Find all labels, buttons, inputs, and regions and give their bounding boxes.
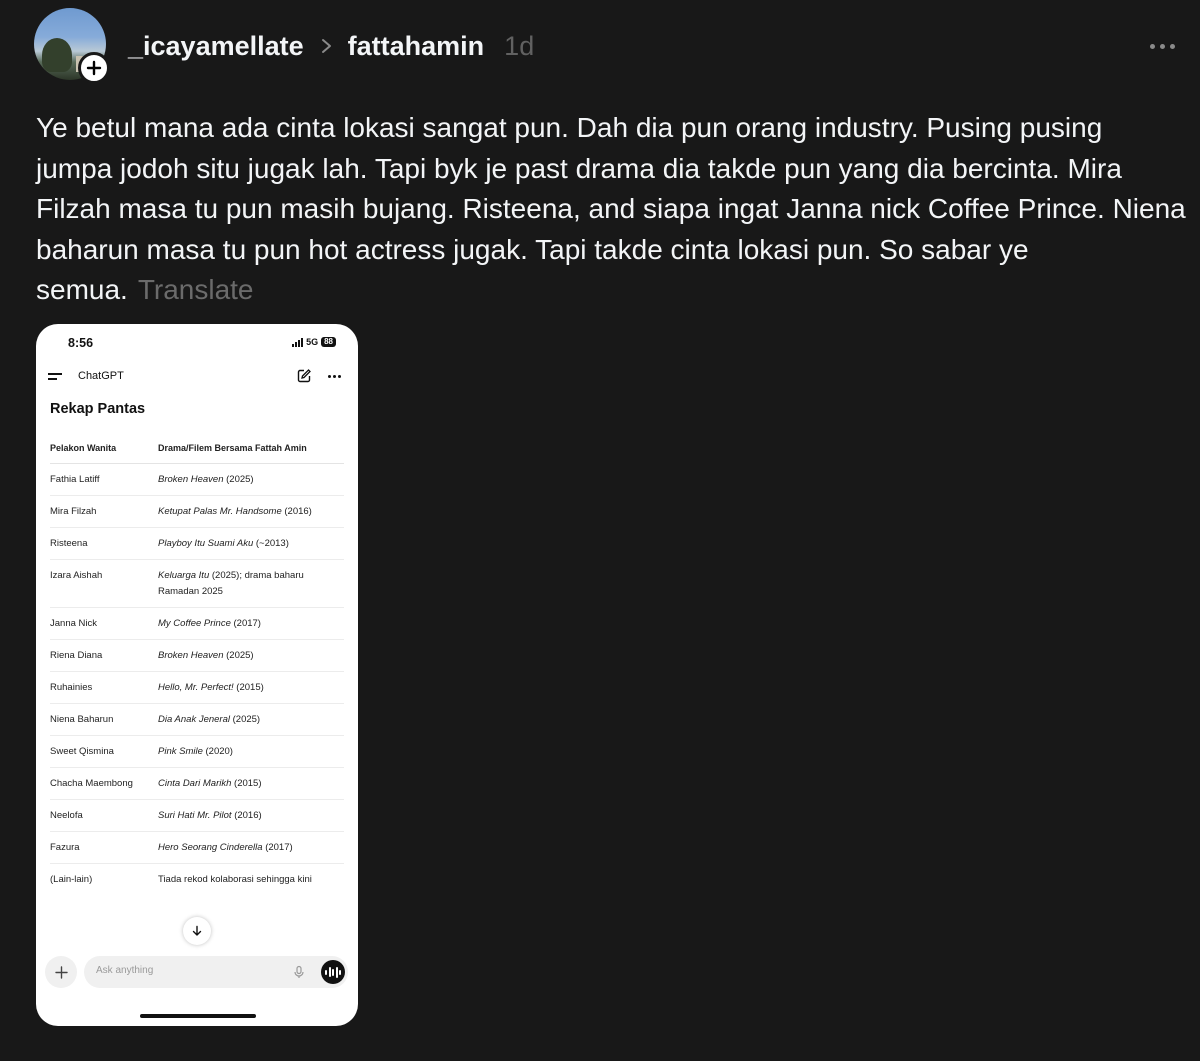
actress-cell: Fathia Latiff [50,474,100,485]
table-title: Rekap Pantas [50,401,146,417]
battery-icon: 88 [321,337,336,347]
drama-cell: Broken Heaven (2025) [158,474,254,485]
phone-status-bar: 8:56 5G 88 [36,334,358,354]
drama-cell: Playboy Itu Suami Aku (~2013) [158,538,289,549]
actress-cell: Fazura [50,842,80,853]
table-row: Izara Aishah Keluarga Itu (2025); drama b… [50,560,344,608]
table-row: (Lain-lain) Tiada rekod kolaborasi sehing… [50,864,344,896]
actress-cell: Chacha Maembong [50,778,133,789]
drama-cell: Suri Hati Mr. Pilot (2016) [158,810,262,821]
actress-cell: (Lain-lain) [50,874,93,885]
drama-cell: Broken Heaven (2025) [158,650,254,661]
drama-cell: Keluarga Itu (2025); drama baharu Ramada… [158,570,304,597]
actress-cell: Risteena [50,538,88,549]
actress-cell: Mira Filzah [50,506,97,517]
actress-cell: Ruhainies [50,682,93,693]
actress-cell: Izara Aishah [50,570,103,581]
table-row: Chacha Maembong Cinta Dari Marikh (2015) [50,768,344,800]
avatar[interactable] [34,8,110,84]
mic-icon [294,965,304,978]
follow-plus-icon[interactable] [78,52,110,84]
actress-cell: Janna Nick [50,618,97,629]
translate-link[interactable]: Translate [138,274,254,305]
post-timestamp[interactable]: 1d [504,31,534,62]
scroll-down-arrow-down-icon [183,917,211,945]
attached-screenshot[interactable]: 8:56 5G 88 ChatGPT Rekap Pantas Pelakon … [36,324,358,1026]
drama-cell: Tiada rekod kolaborasi sehingga kini [158,874,312,885]
header-drama: Drama/Filem Bersama Fattah Amin [158,442,307,453]
table-row: Ruhainies Hello, Mr. Perfect! (2015) [50,672,344,704]
table-row: Fathia Latiff Broken Heaven (2025) [50,464,344,496]
table-row: Fazura Hero Seorang Cinderella (2017) [50,832,344,864]
composer-input: Ask anything [84,956,348,988]
signal-icon [292,337,304,347]
chatgpt-app-bar: ChatGPT [36,368,358,388]
actress-cell: Riena Diana [50,650,103,661]
more-options-icon[interactable] [1150,34,1180,58]
new-chat-icon [297,369,311,383]
menu-icon [48,372,62,382]
reply-to-username[interactable]: fattahamin [348,31,485,62]
home-indicator [140,1014,256,1018]
attach-plus-icon [45,956,77,988]
table-row: Janna Nick My Coffee Prince (2017) [50,608,344,640]
post-header: _icayamellate fattahamin 1d [128,28,534,64]
actress-cell: Neelofa [50,810,83,821]
table-row: Sweet Qismina Pink Smile (2020) [50,736,344,768]
chevron-right-icon [321,39,331,53]
actress-cell: Niena Baharun [50,714,114,725]
network-label: 5G [306,337,319,347]
drama-cell: My Coffee Prince (2017) [158,618,261,629]
drama-cell: Ketupat Palas Mr. Handsome (2016) [158,506,312,517]
author-username[interactable]: _icayamellate [128,31,304,62]
actress-cell: Sweet Qismina [50,746,114,757]
drama-cell: Pink Smile (2020) [158,746,233,757]
header-actress: Pelakon Wanita [50,442,117,453]
voice-mode-icon [321,960,345,984]
more-icon [328,375,341,378]
recap-table: Pelakon Wanita Drama/Filem Bersama Fatta… [50,432,344,896]
composer-placeholder: Ask anything [96,965,154,976]
drama-cell: Dia Anak Jeneral (2025) [158,714,261,725]
drama-cell: Cinta Dari Marikh (2015) [158,778,262,789]
table-row: Riena Diana Broken Heaven (2025) [50,640,344,672]
table-header: Pelakon Wanita Drama/Filem Bersama Fatta… [50,432,344,464]
post-body: Ye betul mana ada cinta lokasi sangat pu… [36,108,1186,311]
table-row: Niena Baharun Dia Anak Jeneral (2025) [50,704,344,736]
table-row: Mira Filzah Ketupat Palas Mr. Handsome (2… [50,496,344,528]
app-title: ChatGPT [78,370,124,382]
drama-cell: Hero Seorang Cinderella (2017) [158,842,293,853]
table-row: Risteena Playboy Itu Suami Aku (~2013) [50,528,344,560]
status-time: 8:56 [68,336,94,350]
drama-cell: Hello, Mr. Perfect! (2015) [158,682,264,693]
table-row: Neelofa Suri Hati Mr. Pilot (2016) [50,800,344,832]
